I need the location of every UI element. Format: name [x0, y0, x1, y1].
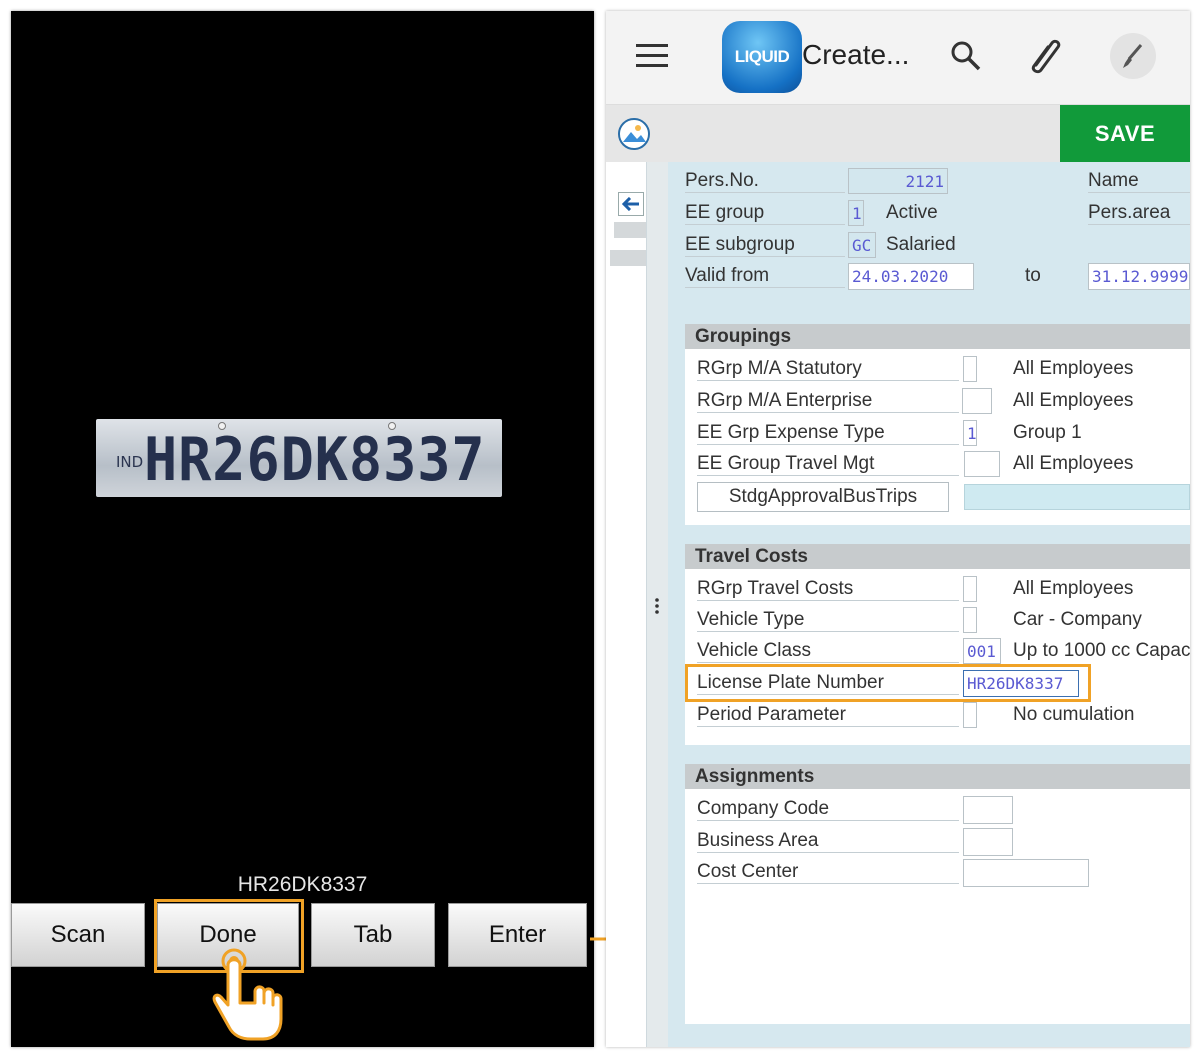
form-content: Pers.No. 2121 Name EE group 1 Active Per… — [668, 162, 1190, 1047]
travel-row-label: Period Parameter — [697, 704, 959, 727]
logo-text: LIQUID — [734, 47, 790, 66]
travel-row-text: Up to 1000 cc Capacity — [1013, 640, 1190, 661]
side-tab[interactable] — [610, 250, 646, 266]
stdg-approval-button[interactable]: StdgApprovalBusTrips — [697, 482, 949, 512]
groupings-row-text: All Employees — [1013, 390, 1134, 411]
ee-group-text: Active — [886, 202, 938, 223]
name-label: Name — [1088, 170, 1190, 193]
license-plate-highlight — [685, 664, 1091, 702]
liquid-logo: LIQUID — [722, 21, 802, 93]
travel-row-label: Vehicle Type — [697, 609, 959, 632]
assignments-box: Company Code Business Area Cost Center — [685, 789, 1190, 1024]
groupings-row-label: EE Group Travel Mgt — [697, 453, 959, 476]
travel-costs-header: Travel Costs — [685, 544, 1190, 569]
assignment-row-label: Business Area — [697, 830, 959, 853]
pers-area-label: Pers.area — [1088, 202, 1190, 225]
picture-icon[interactable] — [618, 118, 652, 150]
liquid-ui-screen: LIQUID Create... SAVE Pers.No. 2121 Name… — [606, 11, 1190, 1047]
search-icon[interactable] — [950, 40, 982, 72]
company-code-field[interactable] — [963, 796, 1013, 824]
side-tab[interactable] — [614, 222, 646, 238]
back-arrow-icon — [622, 197, 639, 211]
ee-subgroup-field: GC — [848, 232, 876, 258]
travel-row-text: Car - Company — [1013, 609, 1142, 630]
travel-row-label: Vehicle Class — [697, 640, 959, 663]
more-vertical-icon — [655, 598, 659, 614]
assignments-header: Assignments — [685, 764, 1190, 789]
valid-to-field[interactable]: 31.12.9999 — [1088, 263, 1190, 290]
enter-button[interactable]: Enter — [448, 903, 587, 967]
tab-button[interactable]: Tab — [311, 903, 435, 967]
travel-row-label: RGrp Travel Costs — [697, 578, 959, 601]
groupings-row-text: All Employees — [1013, 358, 1134, 379]
scan-result-text: HR26DK8337 — [237, 873, 368, 896]
rgrp-enterprise-field[interactable] — [962, 388, 992, 414]
save-button[interactable]: SAVE — [1060, 105, 1190, 162]
rgrp-statutory-field[interactable] — [963, 356, 977, 382]
menu-icon[interactable] — [636, 43, 668, 69]
scan-button[interactable]: Scan — [11, 903, 145, 967]
cost-center-field[interactable] — [963, 859, 1089, 887]
pers-no-field: 2121 — [848, 168, 948, 194]
brush-button[interactable] — [1110, 33, 1156, 79]
app-toolbar: LIQUID Create... — [606, 11, 1190, 105]
vehicle-class-field[interactable]: 001 — [963, 638, 1001, 664]
vehicle-type-field[interactable] — [963, 607, 977, 633]
scanner-screen: IND HR26DK8337 HR26DK8337 Scan Done Tab … — [11, 11, 594, 1047]
stdg-approval-field — [964, 484, 1190, 510]
travel-row-text: No cumulation — [1013, 704, 1135, 725]
business-area-field[interactable] — [963, 828, 1013, 856]
groupings-header: Groupings — [685, 324, 1190, 349]
ee-subgroup-label: EE subgroup — [685, 234, 845, 257]
valid-from-label: Valid from — [685, 265, 845, 288]
groupings-row-label: RGrp M/A Enterprise — [697, 390, 959, 413]
app-title: Create... — [802, 39, 910, 70]
plate-country-code: IND — [116, 453, 144, 471]
period-parameter-field[interactable] — [963, 702, 977, 728]
assignment-row-label: Company Code — [697, 798, 959, 821]
brush-icon — [1123, 44, 1143, 68]
assignment-row-label: Cost Center — [697, 861, 959, 884]
side-panel — [606, 162, 647, 1047]
groupings-row-label: EE Grp Expense Type — [697, 422, 959, 445]
pers-no-label: Pers.No. — [685, 170, 845, 193]
ee-grp-expense-field[interactable]: 1 — [963, 420, 977, 446]
groupings-box: RGrp M/A Statutory All Employees RGrp M/… — [685, 349, 1190, 525]
panel-splitter[interactable] — [647, 162, 668, 1047]
ee-group-label: EE group — [685, 202, 845, 225]
valid-from-field[interactable]: 24.03.2020 — [848, 263, 974, 290]
paperclip-icon[interactable] — [1026, 35, 1064, 77]
license-plate-image: IND HR26DK8337 — [96, 419, 502, 497]
groupings-row-label: RGrp M/A Statutory — [697, 358, 959, 381]
travel-row-text: All Employees — [1013, 578, 1134, 599]
travel-costs-box: RGrp Travel Costs All Employees Vehicle … — [685, 569, 1190, 745]
ee-group-field: 1 — [848, 200, 864, 226]
rgrp-travel-costs-field[interactable] — [963, 576, 977, 602]
plate-number: HR26DK8337 — [144, 425, 486, 495]
ee-subgroup-text: Salaried — [886, 234, 956, 255]
to-label: to — [1025, 265, 1041, 286]
hand-pointer-icon — [212, 948, 283, 1041]
groupings-row-text: All Employees — [1013, 453, 1134, 474]
back-button[interactable] — [618, 192, 644, 216]
ee-group-travel-field[interactable] — [964, 451, 1000, 477]
groupings-row-text: Group 1 — [1013, 422, 1082, 443]
